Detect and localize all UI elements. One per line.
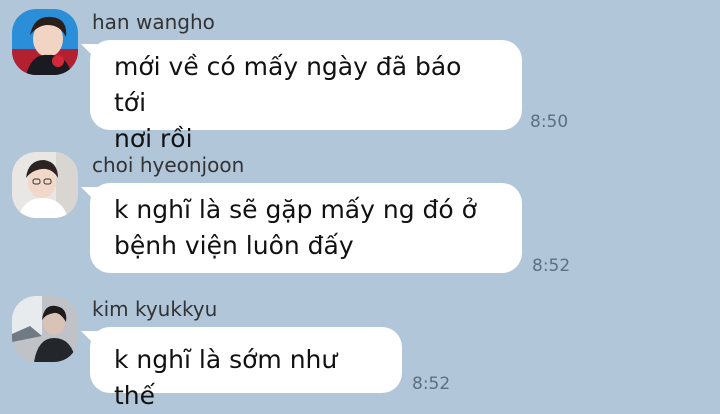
message-timestamp: 8:52 <box>412 374 451 394</box>
avatar[interactable] <box>12 296 78 362</box>
avatar[interactable] <box>12 9 78 75</box>
profile-photo-icon <box>12 152 78 218</box>
sender-name: han wangho <box>92 10 215 34</box>
message-timestamp: 8:52 <box>532 256 571 276</box>
profile-photo-icon <box>12 296 78 362</box>
message-bubble[interactable]: mới về có mấy ngày đã báo tới nơi rồi <box>81 40 522 153</box>
sender-name: choi hyeonjoon <box>92 153 245 177</box>
message-bubble[interactable]: k nghĩ là sớm như thế <box>81 327 402 410</box>
message-timestamp: 8:50 <box>530 112 569 132</box>
profile-photo-icon <box>12 9 78 75</box>
sender-name: kim kyukkyu <box>92 297 218 321</box>
avatar[interactable] <box>12 152 78 218</box>
chat-area: han wangho mới về có mấy ngày đã báo tới… <box>0 0 720 410</box>
message-bubble[interactable]: k nghĩ là sẽ gặp mấy ng đó ở bệnh viện l… <box>81 183 522 273</box>
